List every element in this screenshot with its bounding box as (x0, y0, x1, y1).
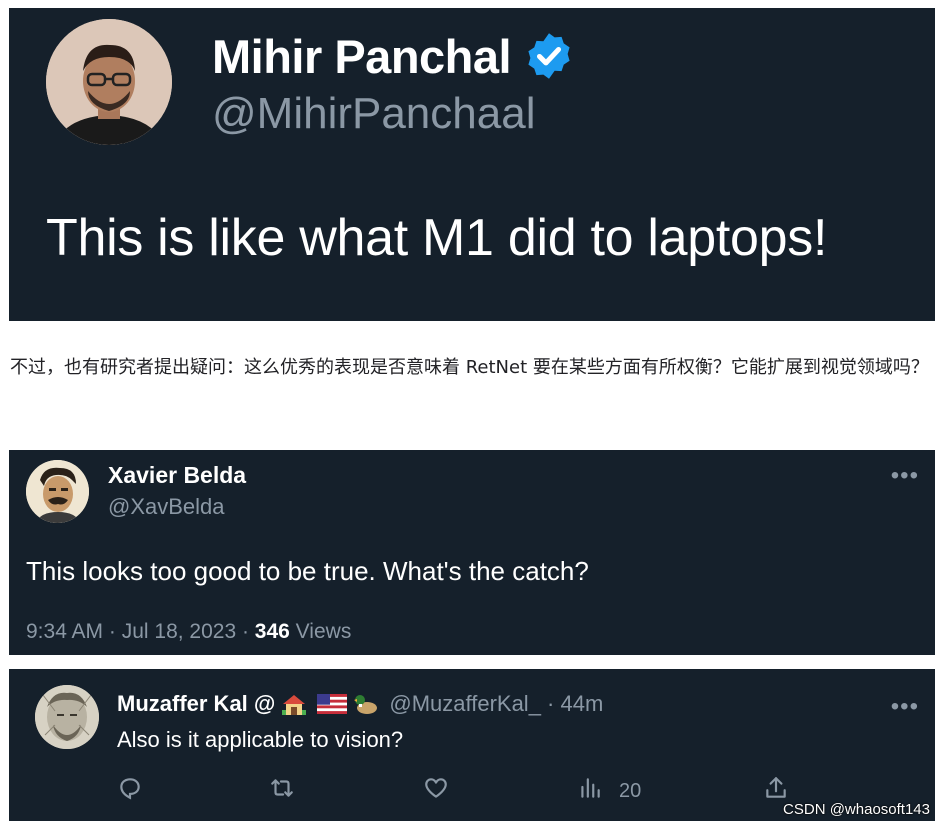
reply-button[interactable] (117, 775, 143, 807)
heart-icon (423, 775, 449, 807)
house-emoji-icon (281, 692, 307, 716)
verified-badge-icon (523, 30, 575, 82)
like-button[interactable] (423, 775, 449, 807)
avatar-mihir[interactable] (46, 19, 172, 145)
tweet-text: This looks too good to be true. What's t… (26, 556, 589, 586)
watermark: CSDN @whaosoft143 (783, 801, 930, 818)
tweet-text: Also is it applicable to vision? (117, 727, 404, 752)
views-count: 20 (619, 779, 642, 802)
tweet-card-mihir[interactable]: Mihir Panchal @MihirPanchaal This is lik… (9, 8, 935, 321)
tweet-card-xavier[interactable]: Xavier Belda @XavBelda ••• This looks to… (9, 450, 935, 655)
more-options-icon[interactable]: ••• (891, 693, 919, 721)
reply-icon (117, 775, 143, 807)
analytics-icon (577, 775, 603, 807)
views-count: 346 (254, 620, 290, 643)
article-paragraph: 不过，也有研究者提出疑问：这么优秀的表现是否意味着 RetNet 要在某些方面有… (10, 357, 929, 378)
avatar-xavier[interactable] (26, 460, 89, 523)
author-handle[interactable]: @XavBelda (108, 494, 225, 520)
retweet-button[interactable] (269, 775, 295, 807)
views-button[interactable]: 20 (577, 775, 641, 807)
duck-emoji-icon (353, 692, 379, 716)
tweet-text: This is like what M1 did to laptops! (46, 209, 828, 267)
retweet-icon (269, 775, 295, 807)
tweet-meta: 9:34 AM · Jul 18, 2023 · 346 Views (26, 620, 351, 644)
avatar-muzaffer[interactable] (35, 685, 99, 749)
tweet-card-muzaffer[interactable]: Muzaffer Kal @ @MuzafferKal_ · 44m ••• A… (9, 669, 935, 821)
tweet-actions: 20 (117, 775, 797, 807)
author-name[interactable]: Xavier Belda (108, 462, 246, 489)
views-label: Views (289, 620, 352, 643)
author-handle[interactable]: @MihirPanchaal (212, 89, 535, 139)
author-handle[interactable]: @MuzafferKal_ · 44m (389, 691, 603, 717)
tweet-timestamp[interactable]: 9:34 AM · Jul 18, 2023 · (26, 620, 255, 643)
us-flag-emoji-icon (317, 694, 348, 714)
author-name[interactable]: Muzaffer Kal @ (117, 691, 275, 717)
more-options-icon[interactable]: ••• (891, 462, 919, 490)
author-name[interactable]: Mihir Panchal (212, 29, 512, 84)
